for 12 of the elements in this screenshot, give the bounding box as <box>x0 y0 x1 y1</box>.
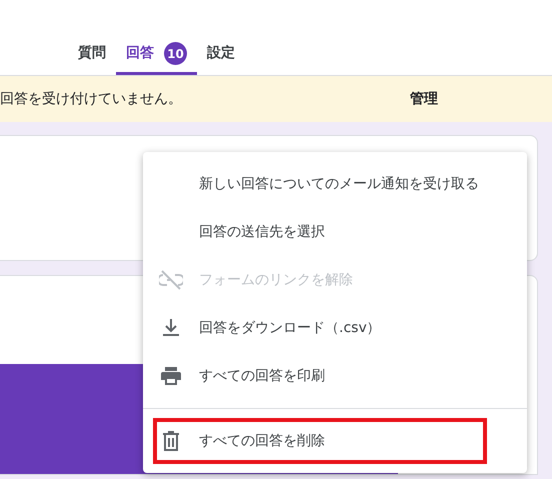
menu-item[interactable]: すべての回答を印刷 <box>143 352 527 400</box>
banner-message: 回答を受け付けていません。 <box>0 90 182 108</box>
menu-item[interactable]: すべての回答を削除 <box>143 417 527 465</box>
menu-item[interactable]: 新しい回答についてのメール通知を受け取る <box>143 160 527 208</box>
printer-icon <box>159 364 183 388</box>
link-off-icon <box>159 268 183 292</box>
menu-item[interactable]: 回答をダウンロード（.csv） <box>143 304 527 352</box>
count-badge: 10 <box>164 42 187 65</box>
manage-button[interactable]: 管理 <box>402 84 446 114</box>
tab[interactable]: 設定 <box>197 35 245 75</box>
menu-item[interactable]: 回答の送信先を選択 <box>143 208 527 256</box>
tab[interactable]: 質問 <box>68 35 116 75</box>
